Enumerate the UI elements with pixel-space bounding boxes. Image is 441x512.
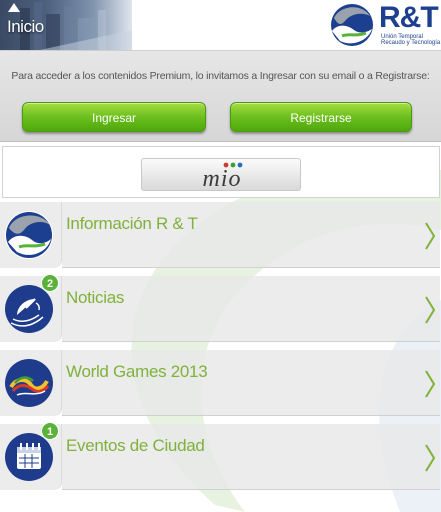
brand-subtitle-2: Recaudo y Tecnología — [381, 40, 441, 46]
mio-logo-icon: mio — [203, 162, 243, 192]
menu-item-informacion[interactable]: Información R & T — [0, 201, 441, 269]
brand-name: R&T — [379, 1, 439, 34]
chevron-right-icon — [425, 444, 436, 472]
notification-badge: 2 — [41, 274, 59, 292]
home-arrow-icon — [8, 3, 20, 12]
mio-logo-text: mio — [203, 166, 242, 192]
menu-icon-box: 1 — [0, 422, 62, 490]
register-button[interactable]: Registrarse — [230, 102, 412, 132]
app-screen: Inicio R&T Unión Temporal Recaudo y Tecn… — [0, 0, 441, 512]
menu-item-noticias[interactable]: 2 Noticias — [0, 274, 441, 343]
menu-row-background — [62, 276, 440, 342]
mio-sponsor-button[interactable]: mio — [141, 158, 301, 192]
menu-item-eventos[interactable]: 1 Eventos de Ciudad — [0, 422, 441, 491]
menu-icon-box — [0, 202, 62, 268]
menu-row-background — [62, 350, 440, 416]
chevron-right-icon — [425, 222, 436, 250]
premium-access-message: Para acceder a los contenidos Premium, l… — [11, 70, 430, 82]
rt-logo-mark-icon — [331, 4, 373, 46]
rt-logo-icon — [5, 211, 53, 259]
login-button[interactable]: Ingresar — [22, 102, 206, 132]
menu-item-label: Información R & T — [66, 214, 198, 233]
menu-item-world-games[interactable]: World Games 2013 — [0, 349, 441, 417]
menu-item-label: Eventos de Ciudad — [66, 436, 205, 455]
menu-row-background — [62, 202, 440, 268]
notification-badge: 1 — [41, 422, 59, 440]
world-games-icon — [5, 359, 53, 407]
chevron-right-icon — [425, 370, 436, 398]
sponsor-banner: mio — [2, 146, 440, 198]
calendar-icon — [5, 433, 53, 481]
menu-icon-box — [0, 350, 62, 416]
home-button[interactable]: Inicio — [0, 0, 132, 50]
menu-item-label: World Games 2013 — [66, 362, 208, 381]
app-header: Inicio R&T Unión Temporal Recaudo y Tecn… — [0, 0, 441, 50]
menu-item-label: Noticias — [66, 288, 125, 307]
brand-logo: R&T Unión Temporal Recaudo y Tecnología — [328, 1, 441, 47]
chevron-right-icon — [425, 296, 436, 324]
premium-login-panel: Para acceder a los contenidos Premium, l… — [0, 50, 441, 142]
menu-row-background — [62, 424, 440, 490]
home-label: Inicio — [7, 17, 44, 36]
satellite-dish-icon — [5, 285, 53, 333]
menu-icon-box: 2 — [0, 274, 62, 342]
